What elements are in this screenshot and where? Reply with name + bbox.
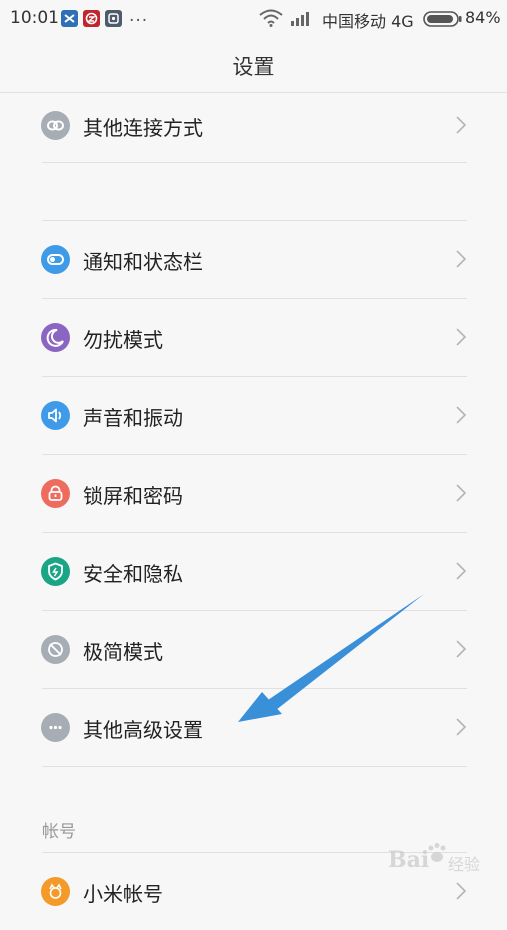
chevron-right-icon bbox=[455, 249, 467, 273]
divider bbox=[42, 766, 467, 767]
status-bar: 10:01 ... 中国移动 4G 84% bbox=[0, 0, 507, 38]
battery-percentage: 84% bbox=[465, 8, 501, 27]
chevron-right-icon bbox=[455, 561, 467, 585]
chevron-right-icon bbox=[455, 881, 467, 905]
settings-item-label: 小米帐号 bbox=[83, 882, 163, 906]
chevron-right-icon bbox=[455, 327, 467, 351]
settings-item-label: 其他连接方式 bbox=[83, 116, 203, 140]
mi-account-icon bbox=[41, 877, 70, 906]
settings-item-label: 勿扰模式 bbox=[83, 328, 163, 352]
settings-item-lock-screen-password[interactable]: 锁屏和密码 bbox=[0, 455, 507, 532]
settings-item-advanced-settings[interactable]: 其他高级设置 bbox=[0, 689, 507, 766]
watermark-brand: Bai bbox=[388, 847, 430, 873]
settings-item-label: 锁屏和密码 bbox=[83, 484, 183, 508]
chevron-right-icon bbox=[455, 405, 467, 429]
notification-app-icon bbox=[83, 10, 100, 27]
settings-item-sound-vibration[interactable]: 声音和振动 bbox=[0, 377, 507, 454]
settings-header: 设置 bbox=[0, 38, 507, 93]
settings-item-minimal-mode[interactable]: 极简模式 bbox=[0, 611, 507, 688]
settings-item-security-privacy[interactable]: 安全和隐私 bbox=[0, 533, 507, 610]
chevron-right-icon bbox=[455, 483, 467, 507]
divider bbox=[42, 162, 467, 163]
chevron-right-icon bbox=[455, 639, 467, 663]
minimal-mode-icon bbox=[41, 635, 70, 664]
paw-icon bbox=[428, 843, 446, 862]
shield-icon bbox=[41, 557, 70, 586]
page-title: 设置 bbox=[232, 55, 275, 79]
settings-item-label: 安全和隐私 bbox=[83, 562, 183, 586]
settings-item-label: 其他高级设置 bbox=[83, 718, 203, 742]
carrier-label: 中国移动 4G bbox=[322, 12, 414, 31]
chevron-right-icon bbox=[455, 717, 467, 741]
settings-item-label: 通知和状态栏 bbox=[83, 250, 203, 274]
section-title-account: 帐号 bbox=[42, 822, 76, 842]
settings-item-label: 声音和振动 bbox=[83, 406, 183, 430]
notification-app-icon bbox=[105, 10, 122, 27]
lock-icon bbox=[41, 479, 70, 508]
settings-item-other-connections[interactable]: 其他连接方式 bbox=[0, 87, 507, 164]
settings-item-notifications-status-bar[interactable]: 通知和状态栏 bbox=[0, 221, 507, 298]
wifi-icon bbox=[259, 9, 283, 32]
toggle-icon bbox=[41, 245, 70, 274]
moon-icon bbox=[41, 323, 70, 352]
more-dots-icon bbox=[41, 713, 70, 742]
status-more-notifications: ... bbox=[129, 6, 149, 26]
link-icon bbox=[41, 111, 70, 140]
speaker-icon bbox=[41, 401, 70, 430]
watermark-sub: 经验 bbox=[448, 855, 481, 874]
chevron-right-icon bbox=[455, 115, 467, 139]
notification-app-icon bbox=[61, 10, 78, 27]
cellular-signal-icon bbox=[291, 10, 313, 31]
status-time: 10:01 bbox=[10, 8, 59, 28]
baidu-watermark: Bai 经验 bbox=[388, 838, 500, 878]
battery-icon bbox=[423, 11, 462, 32]
settings-item-label: 极简模式 bbox=[83, 640, 163, 664]
settings-item-do-not-disturb[interactable]: 勿扰模式 bbox=[0, 299, 507, 376]
